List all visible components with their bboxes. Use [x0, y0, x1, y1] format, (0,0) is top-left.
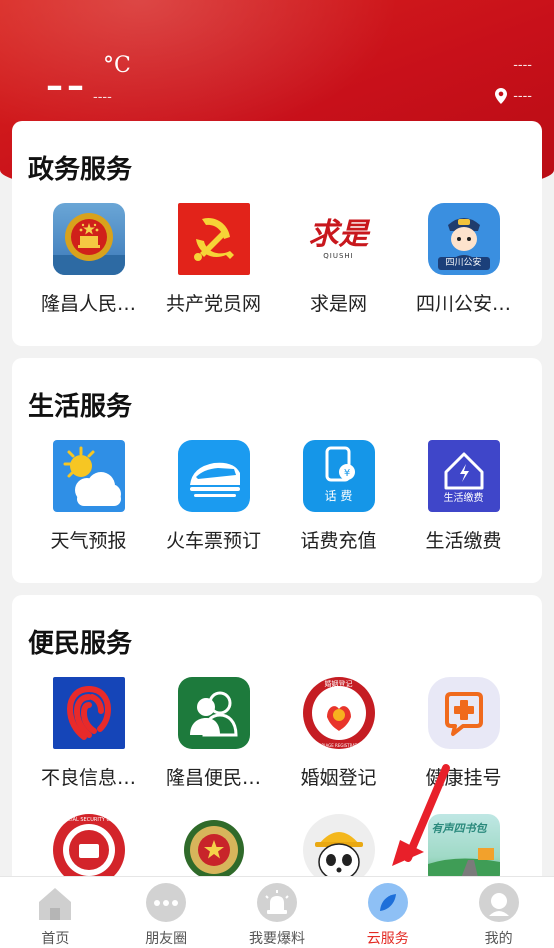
service-label: 生活缴费: [425, 530, 502, 552]
tab-label: 首页: [41, 931, 70, 947]
home-icon: [35, 883, 75, 922]
section-title: 便民服务: [28, 629, 133, 659]
utility-payment-icon: 生活缴费: [427, 440, 500, 512]
fingerprint-icon: [52, 677, 125, 749]
compass-leaf-icon: [367, 883, 408, 922]
location[interactable]: ----: [495, 88, 532, 104]
party-flag-icon: [177, 203, 250, 275]
service-label: 话费充值: [300, 530, 377, 552]
service-label: 婚姻登记: [300, 767, 377, 789]
location-text: ----: [513, 88, 532, 104]
service-train-ticket[interactable]: 火车票预订: [151, 440, 276, 577]
bottom-tab-bar: 首页 朋友圈 我要爆料 云服务 我的: [0, 876, 554, 948]
temperature-unit: °C: [103, 53, 131, 78]
utility-text: 生活缴费: [443, 493, 484, 504]
tab-mine[interactable]: 我的: [443, 877, 554, 948]
section-title: 生活服务: [28, 392, 133, 422]
tab-label: 我要爆料: [248, 931, 305, 947]
qiushi-logo-icon: 求是 QIUSHI: [302, 203, 375, 275]
tab-label: 我的: [484, 931, 513, 947]
alarm-light-icon: [256, 883, 297, 922]
temperature-value: ––: [46, 66, 88, 106]
qiushi-en-text: QIUSHI: [323, 252, 354, 260]
tab-home[interactable]: 首页: [0, 877, 111, 948]
svg-text:¥: ¥: [343, 468, 349, 479]
gov-services-card: 政务服务 隆昌人民… 共产党员网 求是 QIUSHI 求是网 四川公安 四川公安…: [12, 121, 542, 346]
tab-moments[interactable]: 朋友圈: [111, 877, 222, 948]
life-services-card: 生活服务 天气预报 火车票预订 ¥ 话 费 话费充值 生活缴费 生活缴费: [12, 358, 542, 583]
weather-condition: ----: [93, 90, 112, 105]
location-pin-icon: [495, 88, 508, 104]
service-label: 天气预报: [50, 530, 127, 552]
phone-recharge-text: 话 费: [324, 489, 353, 503]
user-icon: [478, 883, 519, 922]
police-badge-text: 四川公安: [437, 257, 490, 270]
service-label: 不良信息…: [40, 767, 136, 789]
train-icon: [177, 440, 250, 512]
health-register-icon: [427, 677, 500, 749]
marriage-top-text: 婚姻登记: [324, 680, 353, 688]
service-bad-info-report[interactable]: 不良信息…: [26, 677, 151, 814]
service-label: 求是网: [309, 293, 367, 315]
service-qiushi[interactable]: 求是 QIUSHI 求是网: [276, 203, 401, 340]
service-phone-recharge[interactable]: ¥ 话 费 话费充值: [276, 440, 401, 577]
service-label: 共产党员网: [165, 293, 261, 315]
weather-sun-cloud-icon: [52, 440, 125, 512]
phone-recharge-icon: ¥ 话 费: [302, 440, 375, 512]
section-title: 政务服务: [28, 155, 133, 185]
tab-report[interactable]: 我要爆料: [222, 877, 333, 948]
tab-label: 云服务: [366, 931, 409, 947]
tab-cloud-service[interactable]: 云服务: [332, 877, 443, 948]
chat-bubble-icon: [146, 883, 187, 922]
service-label: 隆昌便民…: [165, 767, 261, 789]
convenience-services-card: 便民服务 不良信息… 隆昌便民… 婚姻登记 MARRIAGE REGISTRAT…: [12, 595, 542, 895]
tab-label: 朋友圈: [145, 931, 188, 947]
service-utility-payment[interactable]: 生活缴费 生活缴费: [401, 440, 526, 577]
qiushi-calligraphy: 求是: [308, 217, 369, 252]
people-icon: [177, 677, 250, 749]
service-label: 隆昌人民…: [40, 293, 136, 315]
service-sichuan-police[interactable]: 四川公安 四川公安…: [401, 203, 526, 340]
marriage-registration-icon: 婚姻登记 MARRIAGE REGISTRATION: [302, 677, 375, 749]
weather-extra: ----: [513, 58, 532, 73]
service-longchang-gov[interactable]: 隆昌人民…: [26, 203, 151, 340]
service-marriage-registration[interactable]: 婚姻登记 MARRIAGE REGISTRATION 婚姻登记: [276, 677, 401, 814]
service-label: 四川公安…: [415, 293, 511, 315]
pointer-arrow-icon: [392, 764, 450, 866]
service-party-member-net[interactable]: 共产党员网: [151, 203, 276, 340]
service-longchang-convenience[interactable]: 隆昌便民…: [151, 677, 276, 814]
police-officer-icon: 四川公安: [427, 203, 500, 275]
marriage-en-text: MARRIAGE REGISTRATION: [312, 743, 365, 748]
social-card-text: SOCIAL SECURITY CARD: [60, 817, 117, 823]
service-label: 火车票预订: [165, 530, 261, 552]
national-emblem-icon: [52, 203, 125, 275]
service-weather[interactable]: 天气预报: [26, 440, 151, 577]
